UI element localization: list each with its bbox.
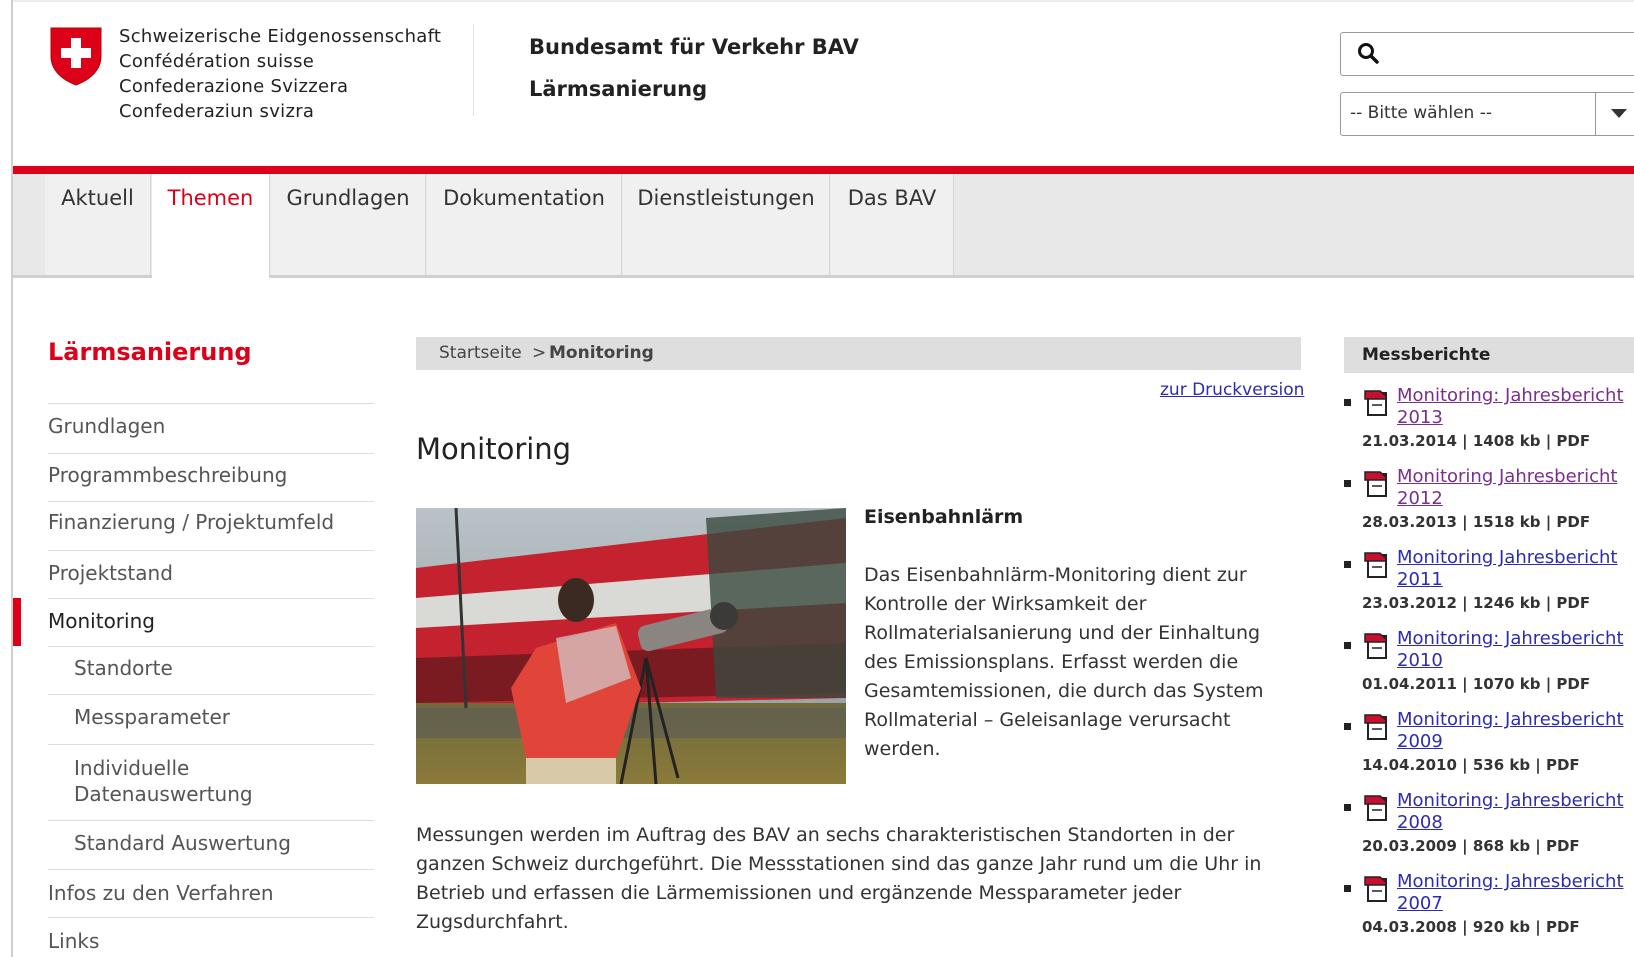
header-divider xyxy=(473,24,474,116)
bullet-icon xyxy=(1344,804,1351,811)
sidebar-item-standard-auswertung[interactable]: Standard Auswertung xyxy=(48,820,374,869)
bullet-icon xyxy=(1344,480,1351,487)
report-link[interactable]: Monitoring: Jahresbericht 2010 xyxy=(1397,628,1627,672)
active-item-marker xyxy=(13,598,21,646)
pdf-icon xyxy=(1364,633,1387,659)
report-link[interactable]: Monitoring: Jahresbericht 2007 xyxy=(1397,871,1627,915)
breadcrumb: Startseite > Monitoring xyxy=(416,337,1301,370)
sidebar-item-links[interactable]: Links xyxy=(48,917,374,957)
pdf-icon xyxy=(1364,876,1387,902)
report-meta: 20.03.2009 | 868 kb | PDF xyxy=(1362,837,1580,855)
sidebar-item-standorte[interactable]: Standorte xyxy=(48,646,374,694)
bullet-icon xyxy=(1344,399,1351,406)
confederation-name-fr: Confédération suisse xyxy=(119,51,315,72)
breadcrumb-home[interactable]: Startseite xyxy=(439,343,522,363)
confederation-name-rm: Confederaziun svizra xyxy=(119,101,315,122)
sidebar-title[interactable]: Lärmsanierung xyxy=(48,338,252,366)
bullet-icon xyxy=(1344,642,1351,649)
confederation-names: Schweizerische Eidgenossenschaft Confédé… xyxy=(119,24,441,124)
confederation-name-it: Confederazione Svizzera xyxy=(119,76,349,97)
tab-das-bav[interactable]: Das BAV xyxy=(831,174,954,275)
report-link[interactable]: Monitoring: Jahresbericht 2008 xyxy=(1397,790,1627,834)
main-navigation: Aktuell Themen Grundlagen Dokumentation … xyxy=(13,174,1634,278)
pdf-icon xyxy=(1364,714,1387,740)
sidebar-item-projektstand[interactable]: Projektstand xyxy=(48,550,374,598)
print-version-link[interactable]: zur Druckversion xyxy=(1160,380,1304,400)
section-name[interactable]: Lärmsanierung xyxy=(529,68,859,110)
page-title: Monitoring xyxy=(416,432,572,466)
search-input[interactable] xyxy=(1340,32,1634,76)
tab-aktuell[interactable]: Aktuell xyxy=(45,174,151,275)
report-link[interactable]: Monitoring Jahresbericht 2011 xyxy=(1397,547,1627,591)
reports-heading-label: Messberichte xyxy=(1362,345,1491,365)
sidebar-item-infos-verfahren[interactable]: Infos zu den Verfahren xyxy=(48,869,374,917)
tab-grundlagen[interactable]: Grundlagen xyxy=(271,174,426,275)
pdf-icon xyxy=(1364,471,1387,497)
report-meta: 01.04.2011 | 1070 kb | PDF xyxy=(1362,675,1591,693)
body-paragraph: Messungen werden im Auftrag des BAV an s… xyxy=(416,824,1262,933)
tab-themen[interactable]: Themen xyxy=(152,174,270,278)
office-block: Bundesamt für Verkehr BAV Lärmsanierung xyxy=(529,26,859,110)
report-meta: 21.03.2014 | 1408 kb | PDF xyxy=(1362,432,1591,450)
bullet-icon xyxy=(1344,723,1351,730)
breadcrumb-separator: > xyxy=(532,343,547,363)
report-link[interactable]: Monitoring Jahresbericht 2012 xyxy=(1397,466,1627,510)
reports-heading: Messberichte xyxy=(1344,337,1634,373)
header-red-bar xyxy=(13,166,1634,174)
confederation-name-de: Schweizerische Eidgenossenschaft xyxy=(119,26,442,47)
site-header: Schweizerische Eidgenossenschaft Confédé… xyxy=(13,0,1634,168)
language-select[interactable]: -- Bitte wählen -- xyxy=(1340,92,1634,136)
monitoring-photo xyxy=(416,508,846,784)
report-meta: 14.04.2010 | 536 kb | PDF xyxy=(1362,756,1580,774)
sidebar-item-individuelle-datenauswertung[interactable]: Individuelle Datenauswertung xyxy=(48,744,374,820)
sidebar-item-grundlagen[interactable]: Grundlagen xyxy=(48,403,374,453)
intro-paragraph: Das Eisenbahnlärm-Monitoring dient zur K… xyxy=(864,564,1264,760)
report-meta: 04.03.2008 | 920 kb | PDF xyxy=(1362,918,1580,936)
language-select-button[interactable] xyxy=(1595,93,1634,135)
tab-dokumentation[interactable]: Dokumentation xyxy=(427,174,622,275)
chevron-down-icon xyxy=(1611,109,1627,118)
pdf-icon xyxy=(1364,390,1387,416)
pdf-icon xyxy=(1364,795,1387,821)
sidebar-item-monitoring[interactable]: Monitoring xyxy=(48,598,374,646)
tab-dienstleistungen[interactable]: Dienstleistungen xyxy=(623,174,830,275)
report-meta: 23.03.2012 | 1246 kb | PDF xyxy=(1362,594,1591,612)
report-link[interactable]: Monitoring: Jahresbericht 2009 xyxy=(1397,709,1627,753)
sidebar-item-programmbeschreibung[interactable]: Programmbeschreibung xyxy=(48,453,374,501)
bullet-icon xyxy=(1344,885,1351,892)
breadcrumb-current: Monitoring xyxy=(549,343,654,363)
section-heading: Eisenbahnlärm xyxy=(864,506,1024,528)
bullet-icon xyxy=(1344,561,1351,568)
pdf-icon xyxy=(1364,552,1387,578)
report-link[interactable]: Monitoring: Jahresbericht 2013 xyxy=(1397,385,1627,429)
language-select-value: -- Bitte wählen -- xyxy=(1350,103,1492,123)
report-meta: 28.03.2013 | 1518 kb | PDF xyxy=(1362,513,1591,531)
office-name[interactable]: Bundesamt für Verkehr BAV xyxy=(529,26,859,68)
sidebar-item-messparameter[interactable]: Messparameter xyxy=(48,694,374,744)
sidebar-item-finanzierung[interactable]: Finanzierung / Projektumfeld xyxy=(48,501,374,550)
search-icon[interactable] xyxy=(1357,42,1379,64)
swiss-crest-icon[interactable] xyxy=(49,26,103,86)
